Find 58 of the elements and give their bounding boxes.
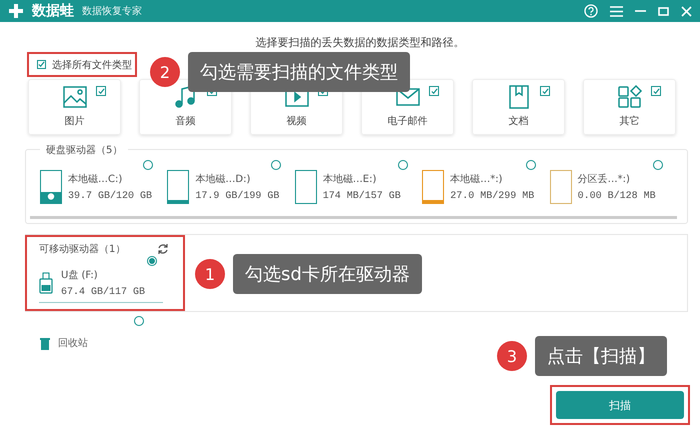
drive-name: 本地磁…*:) xyxy=(450,172,504,186)
radio-button[interactable] xyxy=(134,316,144,326)
scrollbar[interactable] xyxy=(30,216,677,219)
maximize-icon[interactable] xyxy=(658,6,669,16)
step-number-tooltip: 3 xyxy=(497,341,527,371)
cross-logo-icon xyxy=(8,3,24,19)
radio-button[interactable] xyxy=(653,160,663,170)
file-type-card[interactable]: 图片 xyxy=(28,79,121,135)
usb-drive-icon xyxy=(39,272,53,294)
file-type-label: 文档 xyxy=(508,114,528,128)
drive-name: 本地磁…E:) xyxy=(322,172,378,186)
file-type-card[interactable]: 其它 xyxy=(583,79,676,135)
help-icon[interactable] xyxy=(584,4,598,18)
file-type-label: 视频 xyxy=(286,114,306,128)
callout-tooltip: 勾选sd卡所在驱动器 xyxy=(233,254,422,294)
drive-name: 分区丢…*:) xyxy=(578,172,631,186)
checkbox-label[interactable]: 选择所有文件类型 xyxy=(52,58,132,72)
step-number-tooltip: 2 xyxy=(150,57,180,87)
close-icon[interactable] xyxy=(681,6,692,16)
checkbox[interactable] xyxy=(37,60,46,69)
callout-tooltip: 勾选需要扫描的文件类型 xyxy=(188,52,410,92)
group-title: 可移动驱动器（1） xyxy=(39,243,126,256)
checkbox[interactable] xyxy=(651,86,661,96)
app-subtitle: 数据恢复专家 xyxy=(82,4,142,18)
drive-name: U盘 (F:) xyxy=(61,269,99,282)
drive-usage: 174 MB/157 GB xyxy=(322,191,401,202)
refresh-icon[interactable] xyxy=(157,243,169,255)
location-name: 回收站 xyxy=(58,336,88,350)
checkbox[interactable] xyxy=(96,86,106,96)
drive-name: 本地磁…D:) xyxy=(195,172,252,186)
radio-button[interactable] xyxy=(147,256,157,266)
checkbox[interactable] xyxy=(429,86,439,96)
drive-name: 本地磁…C:) xyxy=(68,172,124,186)
radio-button[interactable] xyxy=(526,160,536,170)
instruction-text: 选择要扫描的丢失数据的数据类型和路径。 xyxy=(254,35,466,50)
file-type-label: 图片 xyxy=(64,114,84,128)
checkbox[interactable] xyxy=(540,86,550,96)
drive-usage: 39.7 GB/120 GB xyxy=(68,191,152,202)
grid-icon xyxy=(616,84,644,110)
drive-usage: 0.00 B/128 MB xyxy=(578,191,656,202)
app-name: 数据蛙 xyxy=(32,2,74,20)
radio-button[interactable] xyxy=(270,160,281,170)
menu-icon[interactable] xyxy=(610,6,623,16)
file-type-label: 电子邮件 xyxy=(388,114,428,128)
group-title: 硬盘驱动器（5） xyxy=(40,143,128,157)
drive-usage: 67.4 GB/117 GB xyxy=(61,287,146,298)
file-type-label: 其它 xyxy=(620,114,640,128)
callout-tooltip: 点击【扫描】 xyxy=(535,336,667,376)
file-type-card[interactable]: 文档 xyxy=(472,79,565,135)
radio-button[interactable] xyxy=(398,160,408,170)
step-number-tooltip: 1 xyxy=(195,259,225,289)
image-icon xyxy=(60,84,88,110)
radio-button[interactable] xyxy=(143,160,154,170)
file-type-label: 音频 xyxy=(176,114,196,128)
trash-icon xyxy=(40,337,50,350)
drive-usage: 27.0 MB/299 MB xyxy=(450,191,534,202)
scan-button[interactable]: 扫描 xyxy=(556,391,684,419)
drive-usage: 17.9 GB/199 GB xyxy=(195,191,280,202)
